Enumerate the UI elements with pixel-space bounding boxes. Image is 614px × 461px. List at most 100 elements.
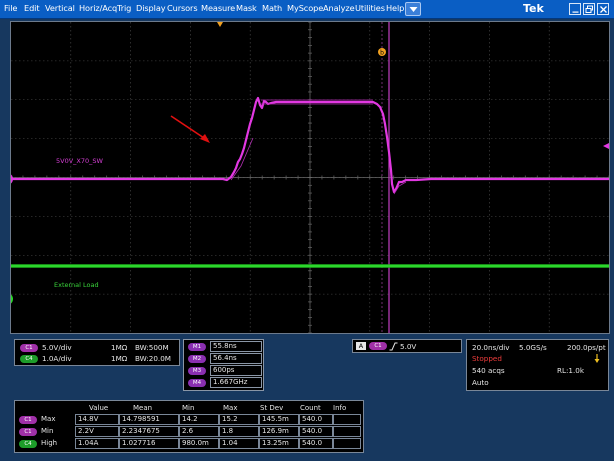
trigger-channel-badge: C1 <box>369 342 387 350</box>
stats-cell: 2.6 <box>179 426 219 437</box>
ch4-scale[interactable]: 1.0A/div <box>42 354 72 363</box>
stats-row-badge[interactable]: C4 <box>19 440 37 448</box>
stats-cell: 540.0 <box>299 438 333 449</box>
stats-cell: 15.2 <box>219 414 259 425</box>
menu-cursors[interactable]: Cursors <box>167 3 198 13</box>
oscilloscope-window: File Edit Vertical Horiz/Acq Trig Displa… <box>0 0 614 461</box>
trigger-level: 5.0V <box>400 342 417 351</box>
timebase: 20.0ns/div <box>472 343 510 352</box>
ch1-waveform-noise <box>230 99 407 195</box>
stats-cell: 540.0 <box>299 414 333 425</box>
stats-cell: 14.8V <box>75 414 119 425</box>
stats-cell: 1.04A <box>75 438 119 449</box>
trigger-mode: Auto <box>472 378 489 387</box>
menu-horiz-acq[interactable]: Horiz/Acq <box>79 3 117 13</box>
stats-row-badge[interactable]: C1 <box>19 428 37 436</box>
ch1-waveform-label: 5V0V_X70_SW <box>56 157 103 165</box>
chevron-down-icon <box>409 7 418 12</box>
acquisition-state: Stopped <box>472 354 502 363</box>
restore-icon <box>585 5 593 13</box>
ch1-ground-marker[interactable] <box>11 173 13 185</box>
stats-cell: 145.5m <box>259 414 299 425</box>
acquisition-count: 540 acqs <box>472 366 505 375</box>
minimize-icon <box>572 11 579 13</box>
acquisition-readout[interactable]: 20.0ns/div 5.0GS/s 200.0ps/pt Stopped 54… <box>466 339 609 391</box>
stats-cell <box>333 438 361 449</box>
sample-rate: 5.0GS/s <box>519 343 547 352</box>
menu-utilities[interactable]: Utilities <box>355 3 385 13</box>
graticule-center-axes <box>11 22 609 333</box>
waveform-display[interactable]: b 5V0V_X70_SW External Load <box>10 21 610 334</box>
trigger-status-icon <box>594 354 600 363</box>
stats-row-label: High <box>41 439 58 447</box>
ch1-impedance: 1MΩ <box>111 343 128 352</box>
stats-cell: 1.04 <box>219 438 259 449</box>
ch4-bandwidth: BW:20.0M <box>135 354 171 363</box>
menu-help[interactable]: Help <box>386 3 404 13</box>
menu-display[interactable]: Display <box>136 3 166 13</box>
menu-dropdown-button[interactable] <box>405 2 421 16</box>
m2-value: 56.4ns <box>210 353 262 364</box>
stats-cell: 540.0 <box>299 426 333 437</box>
menu-edit[interactable]: Edit <box>24 3 40 13</box>
ch4-badge[interactable]: C4 <box>20 355 38 363</box>
stats-cell: 126.9m <box>259 426 299 437</box>
annotation-arrow <box>170 115 208 141</box>
stats-row-badge[interactable]: C1 <box>19 416 37 424</box>
m4-value: 1.667GHz <box>210 377 262 388</box>
time-resolution: 200.0ps/pt <box>567 343 606 352</box>
close-icon <box>600 6 607 13</box>
stats-cell: 13.25m <box>259 438 299 449</box>
cursor-b-text: b <box>380 50 384 57</box>
m3-value: 600ps <box>210 365 262 376</box>
col-header-max: Max <box>223 404 238 412</box>
col-header-value: Value <box>89 404 109 412</box>
trigger-readout[interactable]: A C1 5.0V <box>352 339 462 353</box>
ch1-bandwidth: BW:500M <box>135 343 169 352</box>
menu-vertical[interactable]: Vertical <box>45 3 75 13</box>
m4-badge[interactable]: M4 <box>188 379 206 387</box>
stats-cell: 1.8 <box>219 426 259 437</box>
menu-analyze[interactable]: Analyze <box>323 3 355 13</box>
stats-cell: 1.027716 <box>119 438 179 449</box>
restore-button[interactable] <box>583 3 595 15</box>
ch4-impedance: 1MΩ <box>111 354 128 363</box>
close-button[interactable] <box>597 3 609 15</box>
col-header-mean: Mean <box>133 404 153 412</box>
stats-row-label: Max <box>41 415 56 423</box>
stats-cell <box>333 414 361 425</box>
trigger-level-marker[interactable] <box>603 143 609 149</box>
math-readouts: M1 55.8ns M2 56.4ns M3 600ps M4 1.667GHz <box>183 339 264 391</box>
col-header-info: Info <box>333 404 347 412</box>
ch1-scale[interactable]: 5.0V/div <box>42 343 72 352</box>
measurement-statistics-table: Value Mean Min Max St Dev Count Info C1 … <box>14 400 364 453</box>
ch1-badge[interactable]: C1 <box>20 344 38 352</box>
col-header-count: Count <box>300 404 321 412</box>
menu-math[interactable]: Math <box>262 3 282 13</box>
record-length: RL:1.0k <box>557 366 585 375</box>
menu-file[interactable]: File <box>4 3 17 13</box>
menu-mask[interactable]: Mask <box>236 3 257 13</box>
menu-trig[interactable]: Trig <box>117 3 131 13</box>
menu-measure[interactable]: Measure <box>201 3 235 13</box>
menu-myscope[interactable]: MyScope <box>287 3 323 13</box>
stats-cell <box>333 426 361 437</box>
m3-badge[interactable]: M3 <box>188 367 206 375</box>
tek-logo: Tek <box>523 2 544 15</box>
ch4-ground-marker[interactable] <box>11 293 13 305</box>
channel-readouts: C1 5.0V/div 1MΩ BW:500M C4 1.0A/div 1MΩ … <box>14 339 180 366</box>
stats-cell: 14.798591 <box>119 414 179 425</box>
m2-badge[interactable]: M2 <box>188 355 206 363</box>
stats-cell: 2.2V <box>75 426 119 437</box>
stats-row-label: Min <box>41 427 54 435</box>
stats-cell: 2.2347675 <box>119 426 179 437</box>
minimize-button[interactable] <box>569 3 581 15</box>
stats-cell: 980.0m <box>179 438 219 449</box>
ch4-waveform-label: External Load <box>54 281 99 289</box>
trigger-source: A <box>356 342 366 350</box>
col-header-stdev: St Dev <box>260 404 284 412</box>
m1-badge[interactable]: M1 <box>188 343 206 351</box>
rising-edge-icon <box>389 342 398 351</box>
trigger-position-marker[interactable] <box>217 22 223 27</box>
col-header-min: Min <box>182 404 195 412</box>
